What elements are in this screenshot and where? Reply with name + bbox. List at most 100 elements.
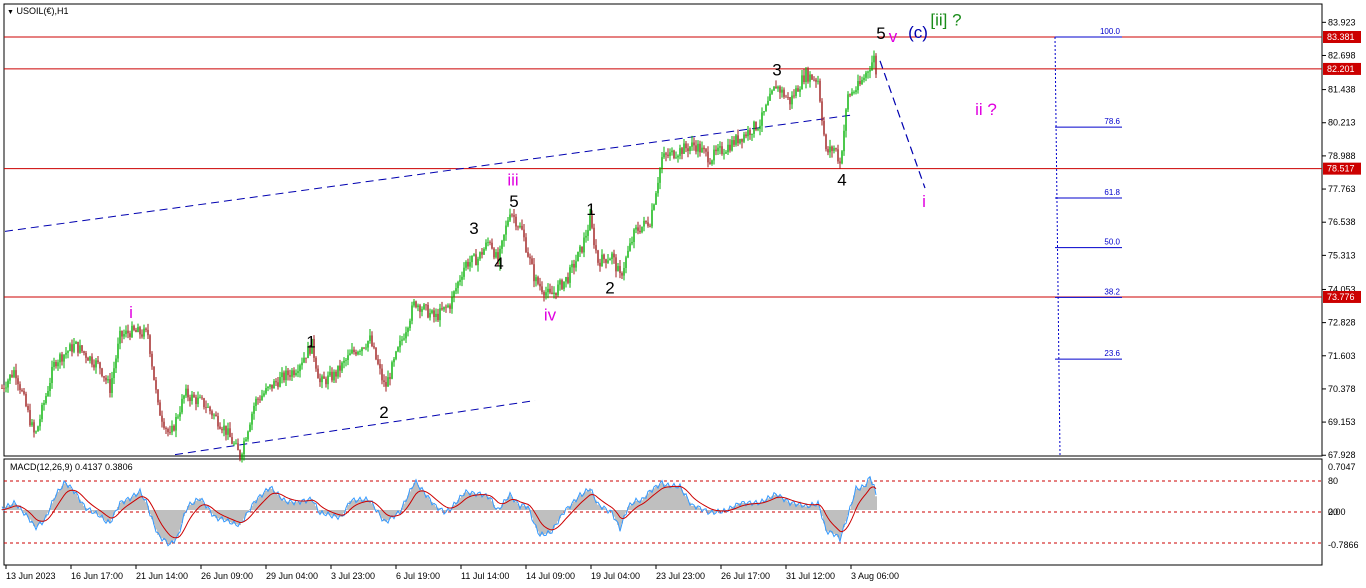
candle-body	[859, 81, 861, 85]
candle-body	[207, 406, 209, 408]
triangle-down-icon[interactable]: ▼	[7, 9, 14, 16]
candle-body	[101, 368, 103, 377]
candle-body	[63, 354, 65, 362]
candle-body	[675, 157, 677, 159]
price-tick-label: 72.828	[1328, 318, 1356, 328]
candle-body	[419, 305, 421, 312]
candle-body	[279, 377, 281, 387]
candle-body	[793, 95, 795, 97]
candle-body	[57, 362, 59, 367]
candle-body	[301, 362, 303, 366]
candle-body	[763, 111, 765, 113]
candle-body	[541, 286, 543, 293]
candle-body	[837, 149, 839, 162]
candle-body	[373, 346, 375, 348]
candle-body	[825, 134, 827, 150]
candle-body	[341, 362, 343, 371]
candle-body	[527, 252, 529, 257]
wave-label: 3	[469, 219, 478, 238]
candle-body	[723, 153, 725, 155]
candle-body	[71, 344, 73, 352]
candle-body	[107, 379, 109, 381]
candle-body	[235, 443, 237, 445]
candle-body	[471, 255, 473, 263]
candle-body	[167, 429, 169, 433]
candle-body	[755, 121, 757, 130]
candle-body	[411, 305, 413, 321]
candle-body	[377, 359, 379, 364]
candle-body	[399, 340, 401, 348]
candle-body	[531, 258, 533, 265]
candle-body	[29, 410, 31, 426]
candle-body	[187, 388, 189, 398]
candle-body	[185, 388, 187, 396]
candle-body	[83, 351, 85, 353]
candle-body	[49, 383, 51, 392]
price-tick-label: 80.213	[1328, 118, 1356, 128]
candle-body	[681, 148, 683, 154]
candle-body	[751, 133, 753, 136]
price-tick-label: 76.538	[1328, 217, 1356, 227]
candle-body	[285, 370, 287, 381]
candle-body	[157, 389, 159, 403]
candle-body	[77, 341, 79, 353]
candle-body	[75, 341, 77, 344]
candle-body	[487, 242, 489, 243]
candle-body	[687, 148, 689, 152]
candle-body	[727, 144, 729, 153]
candle-body	[711, 160, 713, 164]
candle-body	[161, 415, 163, 422]
candle-body	[7, 380, 9, 388]
candle-body	[719, 146, 721, 148]
candle-body	[221, 428, 223, 431]
candle-body	[811, 74, 813, 80]
candle-body	[521, 225, 523, 230]
candle-body	[211, 411, 213, 416]
candle-body	[559, 280, 561, 285]
candle-body	[337, 365, 339, 377]
candle-body	[435, 313, 437, 318]
candle-body	[643, 220, 645, 227]
macd-label: MACD(12,26,9) 0.4137 0.3806	[10, 462, 133, 472]
candle-body	[431, 310, 433, 313]
wave-label: 2	[605, 279, 614, 298]
main-pane-border	[3, 3, 1323, 457]
candle-body	[481, 252, 483, 255]
candle-body	[565, 277, 567, 282]
candle-body	[87, 357, 89, 361]
symbol-label[interactable]: ▼ USOIL(€),H1	[7, 6, 68, 16]
candle-body	[147, 329, 149, 336]
time-tick-label: 16 Jun 17:00	[71, 571, 123, 581]
candle-body	[749, 130, 751, 136]
candle-body	[553, 292, 555, 295]
candle-body	[815, 79, 817, 82]
candle-body	[555, 292, 557, 296]
candle-body	[195, 397, 197, 405]
candle-body	[703, 147, 705, 150]
candle-body	[53, 362, 55, 367]
candle-body	[863, 77, 865, 80]
candle-body	[691, 142, 693, 147]
candle-body	[623, 267, 625, 276]
candle-body	[625, 257, 627, 268]
candle-body	[679, 148, 681, 156]
wave-label: ii ?	[975, 100, 997, 119]
candle-body	[19, 384, 21, 391]
candle-body	[853, 92, 855, 93]
candle-body	[23, 390, 25, 394]
candle-body	[725, 152, 727, 154]
candle-body	[519, 225, 521, 228]
candle-body	[833, 148, 835, 151]
time-tick-label: 26 Jul 17:00	[721, 571, 770, 581]
price-chart[interactable]: 100.078.661.850.038.223.6 i1234iii5iv123…	[0, 0, 1366, 588]
candle-body	[645, 220, 647, 223]
candle-body	[449, 305, 451, 309]
candle-body	[143, 328, 145, 337]
candle-body	[517, 226, 519, 228]
candle-body	[595, 245, 597, 251]
candle-body	[609, 258, 611, 261]
candle-body	[37, 426, 39, 432]
candle-body	[467, 261, 469, 267]
candle-body	[67, 351, 69, 353]
candle-body	[579, 246, 581, 252]
